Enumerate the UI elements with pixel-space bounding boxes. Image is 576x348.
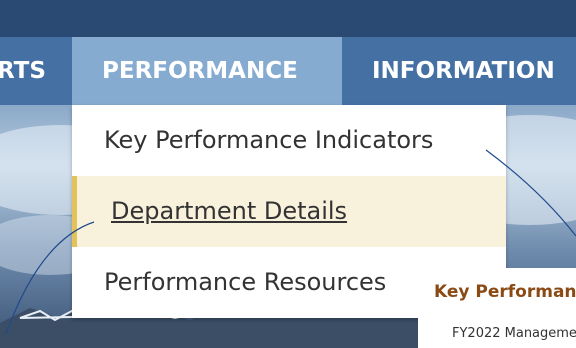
menu-item-key-performance-indicators[interactable]: Key Performance Indicators xyxy=(72,105,506,176)
main-navigation: RTS PERFORMANCE INFORMATION xyxy=(0,37,576,105)
nav-item-information[interactable]: INFORMATION xyxy=(372,37,555,105)
top-banner-bar xyxy=(0,0,576,37)
page-content-panel: Key Performance FY2022 Manageme xyxy=(418,268,576,348)
nav-item-reports[interactable]: RTS xyxy=(0,37,46,105)
nav-item-performance[interactable]: PERFORMANCE xyxy=(72,37,342,105)
section-subtext: FY2022 Manageme xyxy=(452,326,576,341)
section-heading: Key Performance xyxy=(434,282,576,302)
menu-item-department-details[interactable]: Department Details xyxy=(72,176,506,247)
menu-item-department-details-label[interactable]: Department Details xyxy=(111,197,347,225)
